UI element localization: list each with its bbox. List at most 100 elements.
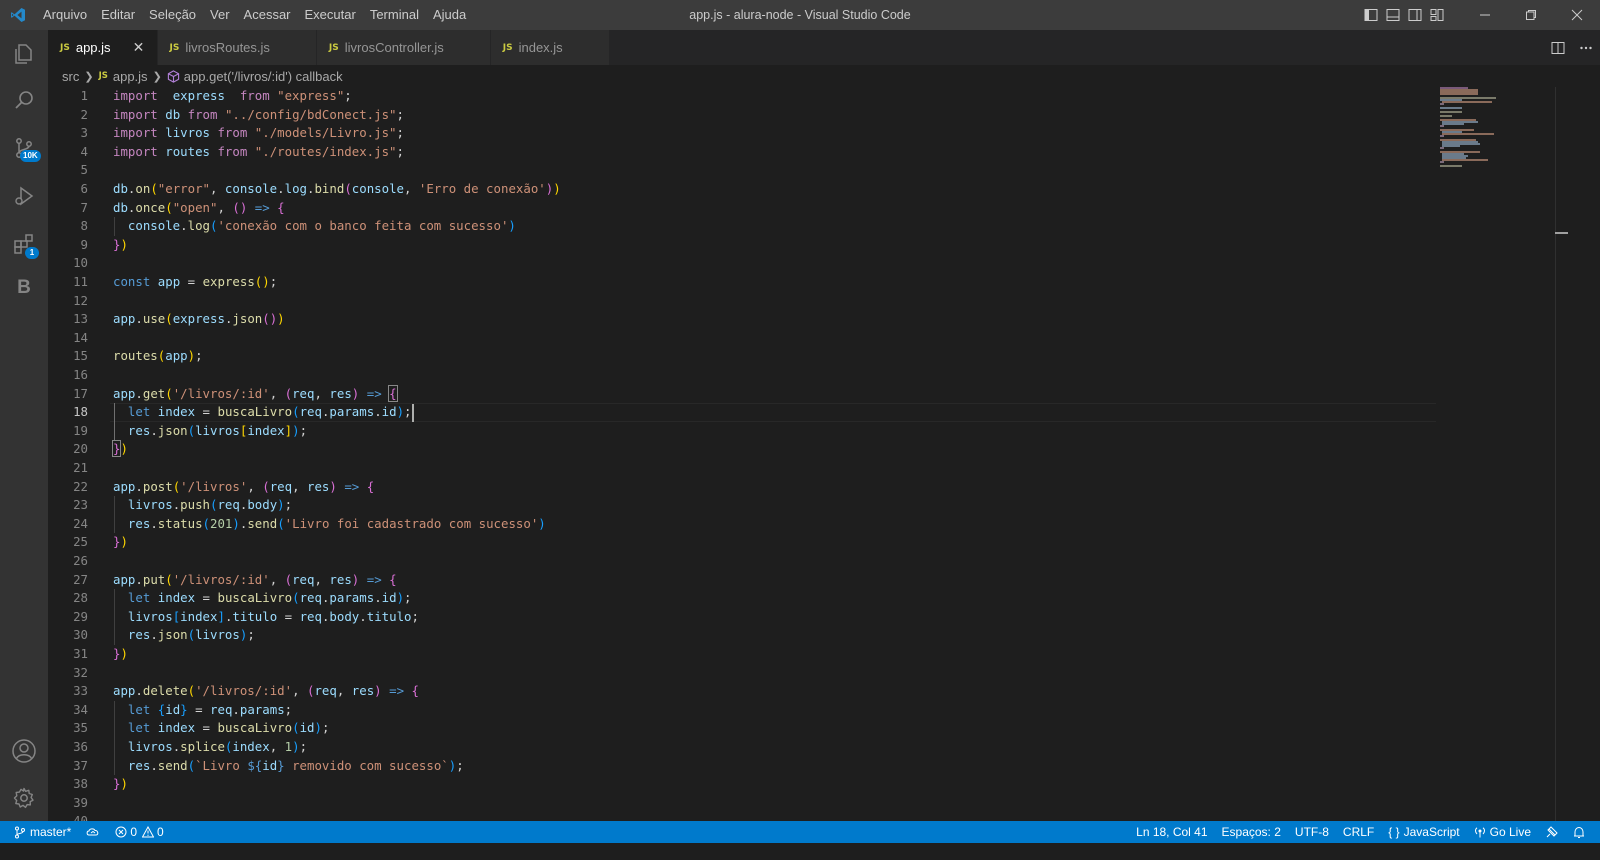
- branch-status[interactable]: master*: [0, 821, 78, 843]
- code-editor[interactable]: 1 import express from "express"; 2 impor…: [48, 87, 1568, 821]
- code-line: 20 }): [48, 440, 1438, 459]
- line-number: 34: [73, 701, 88, 717]
- line-number: 8: [80, 218, 88, 234]
- account-icon[interactable]: [0, 727, 48, 775]
- line-number: 31: [73, 646, 88, 661]
- code-line: 28 let index = buscaLivro(req.params.id)…: [48, 589, 1438, 608]
- restore-icon[interactable]: [1508, 0, 1554, 30]
- code-line: 1 import express from "express";: [48, 87, 1438, 106]
- window-bottom-edge: [0, 843, 1600, 860]
- breadcrumb-folder[interactable]: src: [62, 69, 79, 84]
- sync-icon[interactable]: [78, 821, 108, 843]
- code-line: 10: [48, 254, 1438, 273]
- minimap[interactable]: [1440, 87, 1555, 821]
- line-number: 16: [73, 367, 88, 382]
- line-number: 17: [73, 385, 88, 401]
- explorer-icon[interactable]: [0, 30, 48, 78]
- editor-tabs: JS app.js ✕ JS livrosRoutes.js JS livros…: [48, 30, 1600, 65]
- breadcrumb: src ❯ JS app.js ❯ app.get('/livros/:id')…: [48, 65, 1600, 87]
- breadcrumb-symbol[interactable]: app.get('/livros/:id') callback: [184, 69, 343, 84]
- problems-status[interactable]: 0 0: [108, 821, 170, 843]
- customize-layout-icon[interactable]: [1426, 0, 1448, 30]
- feedback-icon[interactable]: [1538, 821, 1566, 843]
- scrollbar-cursor-marker: [1555, 232, 1568, 234]
- source-control-icon[interactable]: 10K: [0, 124, 48, 172]
- menu-editar[interactable]: Editar: [94, 0, 142, 30]
- b-extension-icon[interactable]: B: [0, 264, 48, 312]
- warning-count: 0: [157, 825, 164, 839]
- code-line: 14: [48, 329, 1438, 348]
- breadcrumb-file[interactable]: app.js: [113, 69, 148, 84]
- git-branch-icon: [14, 826, 26, 839]
- tab-label: index.js: [518, 40, 563, 55]
- code-line: 24 res.status(201).send('Livro foi cadas…: [48, 515, 1438, 534]
- cursor-position[interactable]: Ln 18, Col 41: [1129, 821, 1214, 843]
- code-line-text: app.delete('/livros/:id', (req, res) => …: [113, 683, 419, 699]
- code-line-text: const app = express();: [113, 274, 278, 289]
- notifications-bell-icon[interactable]: [1566, 821, 1592, 843]
- javascript-file-icon: JS: [328, 42, 339, 53]
- line-number: 28: [73, 590, 88, 606]
- code-line-text: }): [113, 236, 128, 252]
- line-number: 32: [73, 664, 88, 680]
- line-number: 21: [73, 460, 88, 475]
- code-line: 11 const app = express();: [48, 273, 1438, 292]
- language-mode[interactable]: { } JavaScript: [1381, 821, 1466, 843]
- toggle-secondary-sidebar-icon[interactable]: [1404, 0, 1426, 30]
- tab-label: app.js: [75, 40, 111, 55]
- tab-label: livrosRoutes.js: [185, 40, 270, 55]
- line-number: 29: [73, 608, 88, 624]
- menu-terminal[interactable]: Terminal: [363, 0, 426, 30]
- run-debug-icon[interactable]: [0, 172, 48, 220]
- line-number: 6: [80, 181, 88, 196]
- toggle-primary-sidebar-icon[interactable]: [1360, 0, 1382, 30]
- code-line: 9 }): [48, 236, 1438, 255]
- code-line: 22 app.post('/livros', (req, res) => {: [48, 478, 1438, 497]
- settings-gear-icon[interactable]: [0, 774, 48, 822]
- vertical-scrollbar[interactable]: [1555, 87, 1568, 821]
- code-line-text: }): [111, 440, 128, 458]
- warning-icon: [142, 826, 155, 838]
- go-live-button[interactable]: Go Live: [1467, 821, 1538, 843]
- javascript-file-icon: JS: [169, 42, 180, 53]
- tab-app-js[interactable]: JS app.js ✕: [48, 30, 158, 65]
- menu-executar[interactable]: Executar: [298, 0, 363, 30]
- toggle-panel-icon[interactable]: [1382, 0, 1404, 30]
- line-number: 4: [80, 143, 88, 159]
- menu-bar: Arquivo Editar Seleção Ver Acessar Execu…: [36, 0, 473, 30]
- menu-arquivo[interactable]: Arquivo: [36, 0, 94, 30]
- menu-acessar[interactable]: Acessar: [237, 0, 298, 30]
- eol-status[interactable]: CRLF: [1336, 821, 1381, 843]
- menu-selecao[interactable]: Seleção: [142, 0, 203, 30]
- broadcast-icon: [1474, 826, 1486, 838]
- code-line: 38 }): [48, 775, 1438, 794]
- line-number: 23: [73, 497, 88, 513]
- split-editor-icon[interactable]: [1544, 30, 1572, 65]
- close-window-icon[interactable]: [1554, 0, 1600, 30]
- code-line-text: let index = buscaLivro(id);: [127, 720, 330, 736]
- line-number: 20: [73, 441, 88, 457]
- code-line: 12: [48, 292, 1438, 311]
- encoding-status[interactable]: UTF-8: [1288, 821, 1336, 843]
- code-line-text: routes(app);: [113, 348, 203, 364]
- more-actions-icon[interactable]: [1572, 30, 1600, 65]
- code-line: 5: [48, 161, 1438, 180]
- menu-ver[interactable]: Ver: [203, 0, 237, 30]
- menu-ajuda[interactable]: Ajuda: [426, 0, 473, 30]
- search-icon[interactable]: [0, 76, 48, 124]
- code-line-text: console.log('conexão com o banco feita c…: [127, 218, 516, 234]
- tab-livros-routes-js[interactable]: JS livrosRoutes.js: [157, 30, 317, 65]
- code-line: 17 app.get('/livros/:id', (req, res) => …: [48, 384, 1438, 404]
- minimize-icon[interactable]: [1462, 0, 1508, 30]
- code-line: 15 routes(app);: [48, 347, 1438, 366]
- branch-name: master*: [30, 825, 72, 839]
- line-number: 7: [80, 199, 88, 215]
- close-tab-icon[interactable]: ✕: [131, 39, 147, 56]
- code-line: 39: [48, 794, 1438, 813]
- indentation-status[interactable]: Espaços: 2: [1215, 821, 1288, 843]
- extensions-icon[interactable]: 1: [0, 220, 48, 268]
- tab-index-js[interactable]: JS index.js: [490, 30, 610, 65]
- code-line-text: import routes from "./routes/index.js";: [113, 143, 404, 159]
- code-line: 37 res.send(`Livro ${id} removido com su…: [48, 757, 1438, 776]
- tab-livros-controller-js[interactable]: JS livrosController.js: [316, 30, 491, 65]
